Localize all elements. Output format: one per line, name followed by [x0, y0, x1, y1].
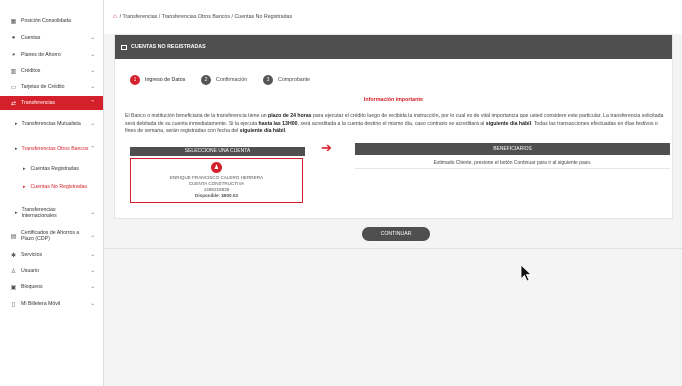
sidebar-item-transferencias-internacionales[interactable]: ▸ Transferencias Internacionales ⌄: [0, 205, 103, 221]
step-3: 3 Comprobante: [263, 75, 310, 85]
breadcrumb-text[interactable]: / Transferencias / Transferencias Otros …: [120, 14, 293, 20]
wallet-icon: ●: [11, 35, 16, 41]
home-icon[interactable]: ⌂: [113, 14, 117, 20]
sidebar-item-cuentas[interactable]: ● Cuentas ⌄: [0, 32, 103, 44]
sidebar-item-servicios[interactable]: ✱ Servicios ⌄: [0, 249, 103, 261]
grid-icon: ▦: [10, 18, 17, 25]
breadcrumb: ⌂ / Transferencias / Transferencias Otro…: [104, 0, 682, 34]
divider: [104, 248, 682, 249]
piggy-bank-icon: ◕: [11, 52, 16, 58]
arrow-right-icon: ➔: [321, 140, 332, 155]
sidebar-item-certificados[interactable]: ▤ Certificados de Ahorros a Plazo (CDP) …: [0, 228, 103, 244]
step-number: 3: [263, 75, 273, 85]
chevron-down-icon: ⌄: [90, 268, 95, 274]
chevron-down-icon: ⌄: [90, 284, 95, 290]
card-title: CUENTAS NO REGISTRADAS: [131, 44, 206, 50]
chevron-down-icon: ⌄: [90, 233, 95, 239]
step-label: Confirmación: [216, 77, 248, 83]
beneficiaries-header: BENEFICIARIOS: [355, 143, 670, 155]
account-type: CUENTA CONSTRUCTIVA: [188, 181, 245, 186]
sidebar-item-bloqueos[interactable]: ▣ Bloqueos ⌄: [0, 281, 103, 293]
info-text: El Banco o institución beneficiaria de l…: [125, 113, 664, 135]
chevron-down-icon: ⌄: [90, 84, 95, 90]
sidebar-item-tarjetas[interactable]: ▭ Tarjetas de Crédito ⌄: [0, 81, 103, 93]
sidebar-item-cuentas-registradas[interactable]: ▸ Cuentas Registradas: [0, 164, 103, 174]
phone-icon: ▯: [11, 301, 16, 308]
step-number: 2: [201, 75, 211, 85]
sidebar-item-planes-ahorro[interactable]: ◕ Planes de Ahorro ⌄: [0, 49, 103, 61]
chevron-down-icon: ⌄: [90, 68, 95, 74]
account-option[interactable]: ♟ ENRIQUE FRANCISCO CALERO HERRERA CUENT…: [130, 158, 303, 203]
account-number: 1486218835: [203, 187, 230, 192]
chevron-down-icon: ⌄: [90, 35, 95, 41]
credit-card-icon: ▭: [10, 84, 17, 91]
sidebar-item-transferencias[interactable]: ⇄ Transferencias ⌃: [0, 96, 103, 110]
sidebar-item-usuario[interactable]: ♙ Usuario ⌄: [0, 265, 103, 277]
step-label: Comprobante: [278, 77, 311, 83]
sidebar-item-creditos[interactable]: ▥ Créditos ⌄: [0, 65, 103, 77]
chevron-up-icon: ⌃: [90, 100, 95, 106]
account-holder-name: ENRIQUE FRANCISCO CALERO HERRERA: [169, 175, 264, 180]
sidebar-item-billetera-movil[interactable]: ▯ Mi Billetera Móvil ⌄: [0, 298, 103, 310]
chevron-down-icon: ⌄: [90, 252, 95, 258]
chevron-down-icon: ⌄: [90, 52, 95, 58]
select-account-header: SELECCIONE UNA CUENTA: [130, 147, 305, 156]
account-available: Disponible: $800.03: [195, 193, 238, 198]
transfer-card: CUENTAS NO REGISTRADAS 1 Ingreso de Dato…: [114, 34, 673, 219]
services-icon: ✱: [10, 252, 17, 259]
step-label: Ingreso de Datos: [145, 77, 186, 83]
bullet-icon: ▸: [15, 121, 18, 127]
bar-chart-icon: ▥: [10, 68, 17, 75]
mouse-cursor-icon: [520, 264, 532, 282]
bullet-icon: ▸: [15, 146, 18, 152]
bullet-icon: ▸: [23, 184, 26, 190]
sidebar-item-cuentas-no-registradas[interactable]: ▸ Cuentas No Registradas: [0, 182, 103, 192]
sidebar: ▦ Posición Consolidada ● Cuentas ⌄ ◕ Pla…: [0, 0, 104, 386]
bullet-icon: ▸: [15, 210, 18, 216]
step-number: 1: [130, 75, 140, 85]
certificate-icon: ▤: [10, 233, 17, 240]
user-icon: ♙: [10, 268, 17, 275]
main-content: ⌂ / Transferencias / Transferencias Otro…: [104, 0, 682, 386]
lock-icon: ▣: [10, 284, 17, 291]
user-avatar-icon: ♟: [211, 162, 222, 173]
continue-button[interactable]: CONTINUAR: [362, 227, 430, 241]
step-2: 2 Confirmación: [201, 75, 247, 85]
card-header: CUENTAS NO REGISTRADAS: [115, 35, 672, 59]
chevron-down-icon: ⌄: [90, 210, 95, 216]
chevron-down-icon: ⌄: [90, 121, 95, 127]
form-icon: [121, 44, 127, 50]
transfer-icon: ⇄: [10, 100, 17, 107]
info-title: Información importante: [363, 97, 424, 103]
sidebar-item-transferencias-otros-bancos[interactable]: ▸ Transferencias Otros Bancos ⌃: [0, 141, 103, 157]
sidebar-item-transferencias-mutualista[interactable]: ▸ Transferencias Mutualista ⌄: [0, 116, 103, 132]
bullet-icon: ▸: [23, 166, 26, 172]
chevron-up-icon: ⌃: [90, 146, 95, 152]
chevron-down-icon: ⌄: [90, 301, 95, 307]
beneficiaries-message: Estimado Cliente, presione el botón Cont…: [355, 157, 670, 169]
sidebar-item-posicion-consolidada[interactable]: ▦ Posición Consolidada: [0, 15, 103, 27]
step-1: 1 Ingreso de Datos: [130, 75, 185, 85]
